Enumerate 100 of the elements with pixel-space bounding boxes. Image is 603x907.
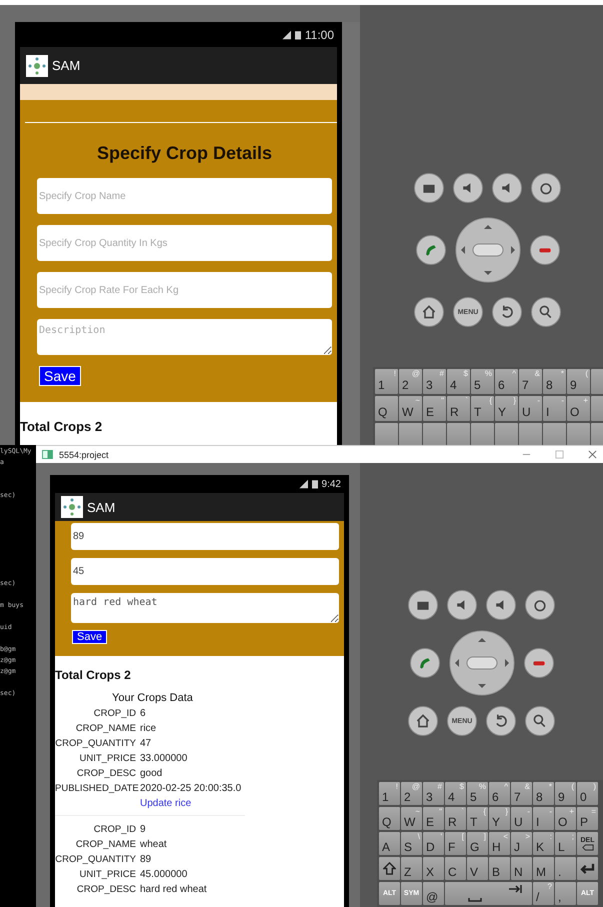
status-time: 9:42 <box>322 478 341 490</box>
keyboard-key[interactable]: C <box>445 857 466 880</box>
keyboard-key[interactable]: Q <box>375 396 398 421</box>
dpad-button[interactable] <box>448 630 514 696</box>
input-field[interactable]: Specify Crop Name <box>37 178 332 214</box>
search-button[interactable] <box>531 297 561 327</box>
keyboard-key[interactable]: N <box>511 857 532 880</box>
keyboard-key[interactable]: B <box>489 857 510 880</box>
keyboard-key[interactable]: E " <box>423 396 446 421</box>
keyboard-key[interactable]: I - <box>533 807 554 830</box>
field-label: CROP_ID <box>92 708 136 719</box>
keyboard-key[interactable]: K : <box>533 832 554 855</box>
end-call-button[interactable] <box>530 235 560 265</box>
keyboard-key[interactable]: 8 * <box>543 369 566 394</box>
keyboard-key[interactable]: Y } <box>489 807 510 830</box>
keyboard-key[interactable]: , <box>555 882 576 905</box>
keyboard-key[interactable] <box>445 882 532 905</box>
save-button[interactable]: Save <box>39 366 81 386</box>
power-button[interactable] <box>525 590 555 620</box>
description-field[interactable]: hard red wheat <box>71 593 339 623</box>
input-field[interactable]: Specify Crop Quantity In Kgs <box>37 225 332 261</box>
keyboard-key[interactable]: I - <box>543 396 566 421</box>
keyboard-key[interactable]: Q <box>379 807 400 830</box>
power-button[interactable] <box>531 173 561 203</box>
call-button[interactable] <box>416 235 446 265</box>
keyboard-key[interactable]: 4 $ <box>445 782 466 805</box>
volume-up-button[interactable] <box>492 173 522 203</box>
keyboard-key[interactable]: R ` <box>445 807 466 830</box>
keyboard-key[interactable]: U - <box>511 807 532 830</box>
keyboard-key[interactable]: T { <box>471 396 494 421</box>
save-button[interactable]: Save <box>72 630 108 644</box>
keyboard-key[interactable]: O + <box>555 807 576 830</box>
volume-down-button[interactable] <box>447 590 477 620</box>
keyboard-key[interactable]: L ; <box>555 832 576 855</box>
signal-icon <box>298 479 308 489</box>
back-button[interactable] <box>486 706 516 736</box>
keyboard-key[interactable]: 1 ! <box>379 782 400 805</box>
keyboard-key[interactable]: 7 & <box>511 782 532 805</box>
home-button[interactable] <box>414 297 444 327</box>
keyboard-key[interactable]: 3 # <box>423 369 446 394</box>
keyboard-key[interactable]: Y } <box>495 396 518 421</box>
keyboard-key[interactable]: 9 ( <box>567 369 590 394</box>
field-value: wheat <box>140 839 167 850</box>
keyboard-key[interactable]: 3 # <box>423 782 444 805</box>
input-field[interactable]: 89 <box>71 523 339 550</box>
search-button[interactable] <box>525 706 555 736</box>
keyboard-key[interactable]: 8 * <box>533 782 554 805</box>
keyboard-key[interactable]: 7 & <box>519 369 542 394</box>
keyboard-key[interactable]: H < <box>489 832 510 855</box>
keyboard-key[interactable]: M <box>533 857 554 880</box>
keyboard-key[interactable]: O + <box>567 396 590 421</box>
keyboard-key[interactable]: D ' <box>423 832 444 855</box>
keyboard-key[interactable]: 2 @ <box>399 369 422 394</box>
keyboard-key[interactable]: X <box>423 857 444 880</box>
keyboard-key[interactable]: 5 % <box>467 782 488 805</box>
home-button[interactable] <box>408 706 438 736</box>
field-label: CROP_ID <box>92 824 136 835</box>
keyboard-key[interactable]: 4 $ <box>447 369 470 394</box>
keyboard-key[interactable]: W ~ <box>401 807 422 830</box>
keyboard-key[interactable]: @ <box>423 882 444 905</box>
keyboard-key[interactable] <box>379 857 400 880</box>
camera-button[interactable] <box>414 173 444 203</box>
end-call-button[interactable] <box>524 648 554 678</box>
camera-button[interactable] <box>408 590 438 620</box>
keyboard-key[interactable]: Z <box>401 857 422 880</box>
keyboard-key[interactable]: G ] <box>467 832 488 855</box>
keyboard-key[interactable]: U - <box>519 396 542 421</box>
input-field[interactable]: 45 <box>71 558 339 585</box>
keyboard-key[interactable]: 9 ( <box>555 782 576 805</box>
shift-icon <box>383 862 396 875</box>
update-link[interactable]: Update rice <box>140 798 192 809</box>
keyboard-key[interactable]: . <box>555 857 576 880</box>
keyboard-key[interactable]: 5 % <box>471 369 494 394</box>
keyboard-key[interactable]: W ~ <box>399 396 422 421</box>
keyboard-key[interactable]: V <box>467 857 488 880</box>
close-icon[interactable] <box>588 450 597 459</box>
keyboard-key[interactable]: P = <box>577 807 598 830</box>
volume-up-button[interactable] <box>486 590 516 620</box>
dpad-button[interactable] <box>454 217 520 283</box>
back-button[interactable] <box>492 297 522 327</box>
keyboard-key[interactable]: / ? <box>533 882 554 905</box>
keyboard-key[interactable]: F [ <box>445 832 466 855</box>
search-icon <box>532 713 548 729</box>
keyboard-key[interactable]: S \ <box>401 832 422 855</box>
call-button[interactable] <box>410 648 440 678</box>
volume-down-button[interactable] <box>453 173 483 203</box>
keyboard-key[interactable]: 6 ^ <box>495 369 518 394</box>
keyboard-key[interactable]: 0 ) <box>577 782 598 805</box>
keyboard-key[interactable]: T { <box>467 807 488 830</box>
keyboard-key[interactable]: 2 @ <box>401 782 422 805</box>
home-icon <box>421 304 437 320</box>
keyboard-key[interactable]: 6 ^ <box>489 782 510 805</box>
keyboard-key[interactable]: R ` <box>447 396 470 421</box>
keyboard-key[interactable]: 1 ! <box>375 369 398 394</box>
keyboard-key[interactable]: A <box>379 832 400 855</box>
keyboard-key[interactable]: J > <box>511 832 532 855</box>
keyboard-key[interactable]: E " <box>423 807 444 830</box>
input-field[interactable]: Specify Crop Rate For Each Kg <box>37 272 332 308</box>
description-field[interactable]: Description <box>37 319 332 355</box>
keyboard-key[interactable] <box>577 857 598 880</box>
